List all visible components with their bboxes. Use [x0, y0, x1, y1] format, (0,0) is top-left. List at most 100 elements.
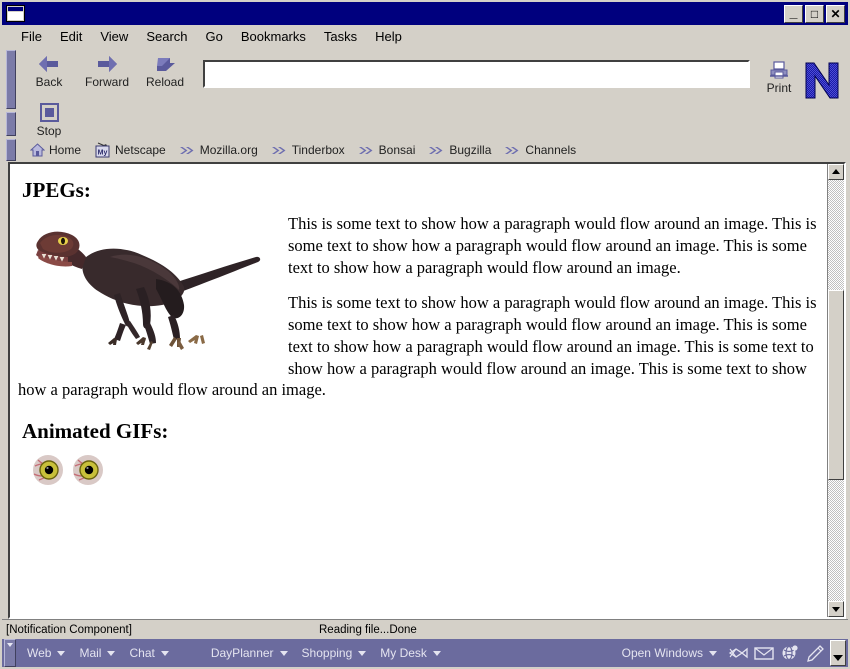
content-vertical-scrollbar[interactable]: [827, 164, 844, 617]
menu-help[interactable]: Help: [366, 27, 411, 46]
taskbar-browser-button[interactable]: [778, 642, 802, 664]
bookmark-netscape[interactable]: My Netscape: [89, 141, 171, 159]
bookmark-bugzilla[interactable]: Bugzilla: [423, 142, 496, 158]
back-button-label: Back: [35, 75, 63, 89]
taskbar-chat-label: Chat: [129, 646, 155, 660]
bookmark-bonsai-label: Bonsai: [378, 143, 416, 157]
bookmark-chevron-icon: [505, 146, 519, 154]
taskbar-grippy[interactable]: [4, 639, 16, 667]
page-heading-jpegs: JPEGs:: [22, 178, 91, 202]
taskbar-composer-button[interactable]: [804, 642, 828, 664]
bookmark-channels-label: Channels: [525, 143, 577, 157]
title-bar: _ □ ✕: [0, 0, 850, 25]
taskbar-shopping-label: Shopping: [301, 646, 353, 660]
menu-view[interactable]: View: [91, 27, 137, 46]
composer-pen-icon: [807, 645, 824, 662]
bookmark-netscape-label: Netscape: [115, 143, 166, 157]
reload-button[interactable]: Reload: [139, 54, 191, 89]
taskbar-mydesk[interactable]: My Desk: [373, 644, 448, 662]
bookmark-home[interactable]: Home: [25, 142, 86, 158]
status-progress-text: Reading file...Done: [307, 619, 848, 639]
bookmark-chevron-icon: [358, 146, 373, 154]
close-glyph: ✕: [830, 6, 841, 21]
my-netscape-icon: My: [95, 142, 110, 158]
menu-file[interactable]: File: [12, 27, 51, 46]
netscape-n-logo[interactable]: [802, 58, 842, 102]
minimize-glyph: _: [789, 3, 798, 20]
print-button[interactable]: Print: [758, 48, 800, 95]
web-page: JPEGs: This is some text to show how a p…: [10, 164, 827, 617]
toolbar-grippy-secondary[interactable]: [6, 112, 16, 136]
open-windows-label: Open Windows: [621, 646, 703, 660]
taskbar-open-windows[interactable]: Open Windows: [615, 644, 724, 662]
chevron-down-icon: [432, 650, 441, 656]
chevron-down-icon: [107, 650, 116, 656]
bookmark-bonsai[interactable]: Bonsai: [353, 142, 421, 158]
stop-button-label: Stop: [36, 124, 62, 138]
taskbar-mydesk-label: My Desk: [380, 646, 427, 660]
content-area: JPEGs: This is some text to show how a p…: [0, 162, 850, 619]
animated-gif-row: [32, 454, 817, 486]
status-bar: [Notification Component] Reading file...…: [0, 619, 850, 639]
menu-search[interactable]: Search: [137, 27, 196, 46]
bookmark-mozilla-org-label: Mozilla.org: [199, 143, 258, 157]
taskbar-web[interactable]: Web: [20, 644, 72, 662]
mozilla-fish-icon: [728, 647, 748, 659]
url-bar[interactable]: [203, 60, 750, 88]
eyeball-gif-1: [33, 455, 63, 486]
bookmark-mozilla-org[interactable]: Mozilla.org: [174, 142, 263, 158]
stop-button[interactable]: Stop: [23, 103, 75, 138]
mail-envelope-icon: [754, 647, 774, 660]
bookmark-home-label: Home: [49, 143, 82, 157]
personal-toolbar: Home My Netscape Mozilla.org Tinderbox B…: [0, 138, 850, 162]
scrollbar-trough[interactable]: [828, 180, 844, 601]
eyeball-gif-2: [73, 455, 103, 486]
scrollbar-thumb[interactable]: [828, 290, 844, 480]
maximize-button[interactable]: □: [805, 4, 824, 23]
home-icon: [30, 143, 45, 157]
menu-bookmarks[interactable]: Bookmarks: [232, 27, 315, 46]
close-button[interactable]: ✕: [826, 4, 845, 23]
taskbar-dayplanner[interactable]: DayPlanner: [204, 644, 295, 662]
url-input[interactable]: [205, 62, 748, 86]
chevron-down-icon: [358, 650, 367, 656]
raptor-image: [24, 217, 274, 359]
toolbar-grippy[interactable]: [6, 50, 16, 109]
stop-icon: [40, 103, 59, 122]
bookmark-channels[interactable]: Channels: [499, 142, 581, 158]
menu-edit[interactable]: Edit: [51, 27, 91, 46]
personal-grippy-column: [6, 139, 16, 161]
bookmark-tinderbox-label: Tinderbox: [291, 143, 345, 157]
back-arrow-icon: [39, 56, 58, 72]
taskbar-mail[interactable]: Mail: [72, 644, 122, 662]
menu-go[interactable]: Go: [197, 27, 232, 46]
taskbar-mozilla-button[interactable]: [726, 642, 750, 664]
taskbar-mail-button[interactable]: [752, 642, 776, 664]
svg-text:My: My: [98, 150, 108, 157]
back-button[interactable]: Back: [23, 54, 75, 89]
scroll-up-button[interactable]: [828, 164, 844, 180]
browser-window: _ □ ✕ File Edit View Search Go Bookmarks…: [0, 0, 850, 669]
menu-tasks[interactable]: Tasks: [315, 27, 366, 46]
printer-icon: [770, 61, 788, 79]
bookmark-chevron-icon: [179, 146, 194, 154]
toolbar-grippy-column: [6, 50, 16, 136]
taskbar-shopping[interactable]: Shopping: [295, 644, 374, 662]
taskbar-scroll-button[interactable]: [830, 640, 846, 666]
menu-bar: File Edit View Search Go Bookmarks Tasks…: [0, 25, 850, 48]
bookmark-tinderbox[interactable]: Tinderbox: [266, 142, 350, 158]
forward-button[interactable]: Forward: [81, 54, 133, 89]
chevron-down-icon: [279, 650, 288, 656]
minimize-button[interactable]: _: [784, 3, 803, 23]
chevron-down-icon: [160, 650, 169, 656]
status-notification: [Notification Component]: [2, 619, 307, 639]
taskbar-chat[interactable]: Chat: [122, 644, 175, 662]
personal-toolbar-grippy[interactable]: [6, 139, 16, 161]
window-menu-icon[interactable]: [6, 5, 25, 22]
print-button-label: Print: [766, 81, 792, 95]
nav-button-group: Back Forward Reload: [17, 48, 191, 89]
page-heading-gifs: Animated GIFs:: [22, 419, 169, 444]
browser-globe-icon: [782, 645, 798, 661]
scroll-down-button[interactable]: [828, 601, 844, 617]
forward-button-label: Forward: [84, 75, 129, 89]
